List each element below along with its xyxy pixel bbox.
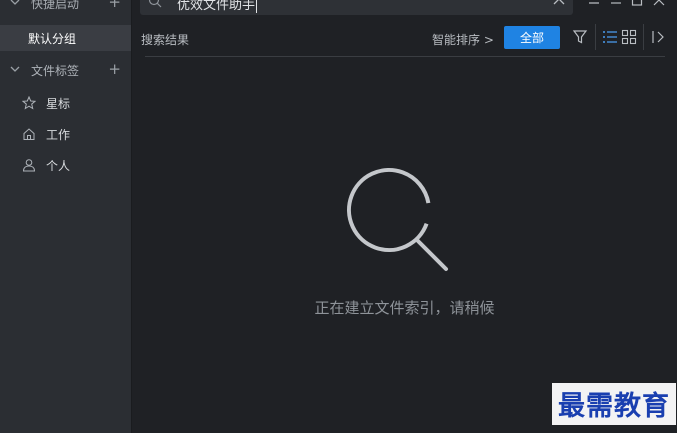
sidebar-item-personal[interactable]: 个人 (0, 153, 131, 177)
sidebar-file-tags-header[interactable]: 文件标签 + (0, 57, 131, 83)
sidebar-quick-launch-header[interactable]: 快捷启动 + (0, 0, 131, 16)
tag-star-label: 星标 (46, 97, 71, 111)
star-icon (22, 96, 36, 110)
default-group-label: 默认分组 (28, 31, 77, 46)
person-icon (22, 159, 36, 172)
indexing-status-text: 正在建立文件索引，请稍候 (314, 299, 495, 317)
tag-work-label: 工作 (46, 128, 71, 142)
chevron-down-icon[interactable] (9, 63, 21, 75)
chevron-down-icon[interactable] (9, 0, 21, 8)
add-quick-launch-icon[interactable]: + (108, 0, 121, 11)
tag-personal-label: 个人 (46, 159, 71, 173)
sidebar: 快捷启动 + 默认分组 文件标签 + 星标 工作 个人 (0, 0, 132, 433)
add-tag-icon[interactable]: + (108, 60, 121, 78)
status-container: 正在建立文件索引，请稍候 (132, 0, 677, 433)
sidebar-item-default-group[interactable]: 默认分组 (0, 25, 131, 51)
home-icon (23, 128, 35, 140)
file-tags-label: 文件标签 (31, 63, 80, 78)
watermark-logo: 最需教育 (552, 383, 676, 425)
quick-launch-label: 快捷启动 (31, 0, 80, 11)
sidebar-item-star[interactable]: 星标 (0, 91, 131, 115)
sidebar-item-work[interactable]: 工作 (0, 122, 131, 146)
